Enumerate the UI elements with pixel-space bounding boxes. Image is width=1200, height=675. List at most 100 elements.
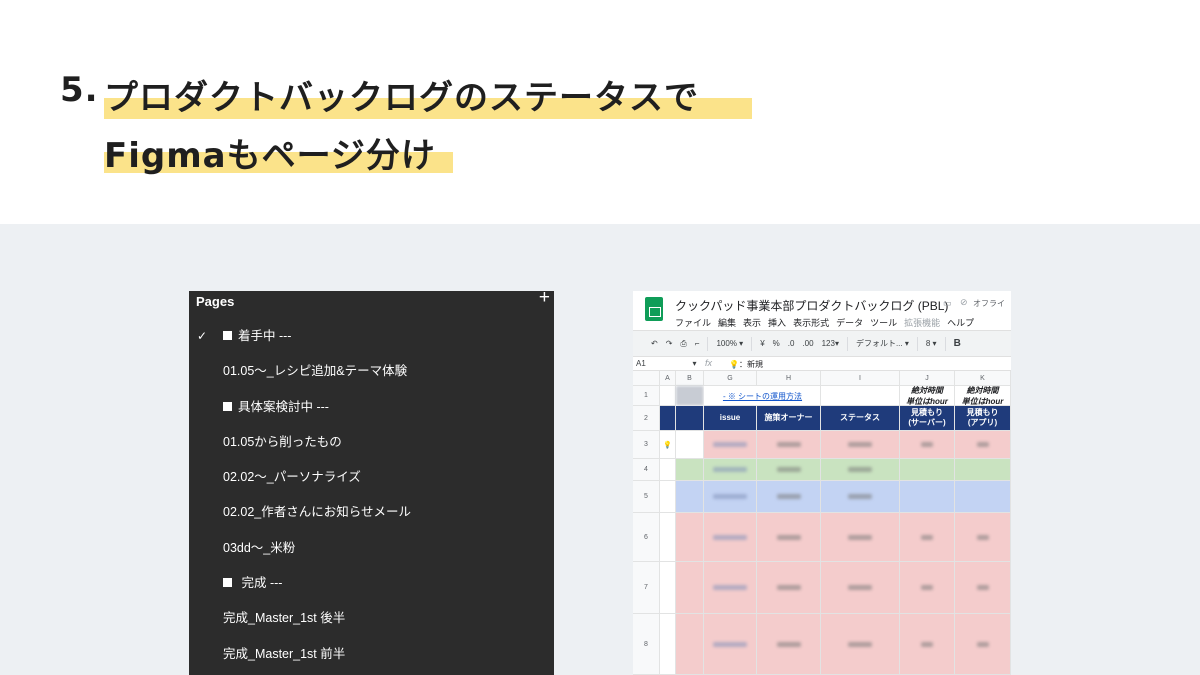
column-title-est-app[interactable]: 見積もり (アプリ) [955, 406, 1011, 431]
cell[interactable] [704, 614, 757, 675]
cell[interactable] [704, 459, 757, 481]
row-header[interactable]: 6 [633, 513, 660, 562]
select-all-corner[interactable] [633, 371, 660, 386]
row-header[interactable]: 7 [633, 562, 660, 614]
cell[interactable] [821, 386, 900, 406]
cell[interactable] [676, 431, 704, 459]
note-cell-k[interactable]: 絶対時間 単位はhour [955, 386, 1011, 406]
cell[interactable] [955, 459, 1011, 481]
cell[interactable] [821, 431, 900, 459]
cell[interactable] [676, 614, 704, 675]
figma-page-item[interactable]: 具体案検討中 --- [189, 390, 554, 425]
cell[interactable] [955, 562, 1011, 614]
cell[interactable] [660, 406, 676, 431]
menu-item[interactable]: データ [836, 316, 863, 329]
cell[interactable] [660, 562, 676, 614]
cell[interactable] [955, 431, 1011, 459]
column-header[interactable]: I [821, 371, 900, 386]
cell[interactable] [660, 386, 676, 406]
cell[interactable] [704, 431, 757, 459]
cell[interactable] [660, 513, 676, 562]
column-title-issue[interactable]: issue [704, 406, 757, 431]
currency-button[interactable]: ¥ [760, 339, 764, 348]
cell[interactable] [900, 562, 955, 614]
figma-page-item[interactable]: 03dd〜_米粉 [189, 531, 554, 566]
column-header[interactable]: H [757, 371, 821, 386]
row-header[interactable]: 2 [633, 406, 660, 431]
figma-page-item[interactable]: 完成 --- [189, 566, 554, 601]
cloud-offline-icon[interactable]: ⊘ [960, 297, 968, 308]
cell[interactable] [704, 481, 757, 513]
bold-button[interactable]: B [954, 338, 961, 349]
zoom-select[interactable]: 100% ▾ [716, 339, 743, 348]
cell[interactable] [900, 481, 955, 513]
column-header[interactable]: B [676, 371, 704, 386]
figma-page-item[interactable]: 完成_Master_1st 前半 [189, 637, 554, 672]
column-title-owner[interactable]: 施策オーナー [757, 406, 821, 431]
cell[interactable] [955, 513, 1011, 562]
cell[interactable] [955, 614, 1011, 675]
cell-reference-box[interactable]: A1 ▾ [636, 359, 697, 368]
figma-page-item[interactable]: ✓ 着手中 --- [189, 319, 554, 354]
cell[interactable] [676, 562, 704, 614]
plus-icon[interactable]: + [539, 291, 550, 307]
undo-icon[interactable]: ↶ [651, 339, 658, 348]
cell[interactable] [821, 459, 900, 481]
font-select[interactable]: デフォルト... ▾ [856, 338, 909, 349]
cell[interactable] [955, 481, 1011, 513]
cell[interactable] [676, 513, 704, 562]
cell[interactable] [821, 614, 900, 675]
cell[interactable] [704, 513, 757, 562]
cell[interactable] [821, 562, 900, 614]
row-header[interactable]: 5 [633, 481, 660, 513]
sheet-doc-title[interactable]: クックパッド事業本部プロダクトバックログ (PBL) [675, 297, 948, 314]
cell[interactable] [821, 513, 900, 562]
menu-item[interactable]: 表示形式 [793, 316, 829, 329]
menu-item[interactable]: 拡張機能 [904, 316, 940, 329]
cell[interactable] [676, 481, 704, 513]
cell[interactable] [757, 614, 821, 675]
menu-item[interactable]: 編集 [718, 316, 736, 329]
column-header[interactable]: K [955, 371, 1011, 386]
column-header[interactable]: G [704, 371, 757, 386]
cell[interactable] [900, 513, 955, 562]
cell[interactable] [704, 562, 757, 614]
cell[interactable] [757, 459, 821, 481]
column-title-status[interactable]: ステータス [821, 406, 900, 431]
cell[interactable] [660, 459, 676, 481]
percent-button[interactable]: % [773, 339, 780, 348]
cell[interactable] [821, 481, 900, 513]
cell[interactable] [660, 481, 676, 513]
cell[interactable] [900, 614, 955, 675]
figma-page-item[interactable]: 01.05〜_レシピ追加&テーマ体験 [189, 354, 554, 389]
figma-page-item[interactable]: 02.02_作者さんにお知らせメール [189, 495, 554, 530]
row-header[interactable]: 1 [633, 386, 660, 406]
figma-page-item[interactable]: 完成_Master_1st 後半 [189, 601, 554, 636]
font-size-select[interactable]: 8 ▾ [926, 339, 937, 348]
note-cell-j[interactable]: 絶対時間 単位はhour [900, 386, 955, 406]
menu-item[interactable]: ツール [870, 316, 897, 329]
decrease-decimal-button[interactable]: .0 [788, 339, 795, 348]
menu-item[interactable]: ファイル [675, 316, 711, 329]
figma-page-item[interactable]: 02.02〜_パーソナライズ [189, 460, 554, 495]
cell[interactable] [757, 431, 821, 459]
cell[interactable] [757, 513, 821, 562]
cell[interactable] [900, 431, 955, 459]
menu-item[interactable]: 表示 [743, 316, 761, 329]
menu-item[interactable]: 挿入 [768, 316, 786, 329]
figma-page-item[interactable]: 01.05から削ったもの [189, 425, 554, 460]
redo-icon[interactable]: ↷ [666, 339, 673, 348]
cell[interactable] [757, 481, 821, 513]
cell[interactable] [660, 614, 676, 675]
cell[interactable] [676, 406, 704, 431]
row-header[interactable]: 4 [633, 459, 660, 481]
formula-input[interactable]: 💡：新規 [729, 359, 763, 370]
row-header[interactable]: 3 [633, 431, 660, 459]
cell[interactable] [900, 459, 955, 481]
row-header[interactable]: 8 [633, 614, 660, 675]
number-format-select[interactable]: 123▾ [822, 339, 839, 348]
paint-format-icon[interactable]: ⌐ [695, 339, 700, 348]
column-header[interactable]: A [660, 371, 676, 386]
sheet-guide-link[interactable]: - ※ シートの運用方法 [704, 386, 821, 406]
menu-item[interactable]: ヘルプ [947, 316, 974, 329]
